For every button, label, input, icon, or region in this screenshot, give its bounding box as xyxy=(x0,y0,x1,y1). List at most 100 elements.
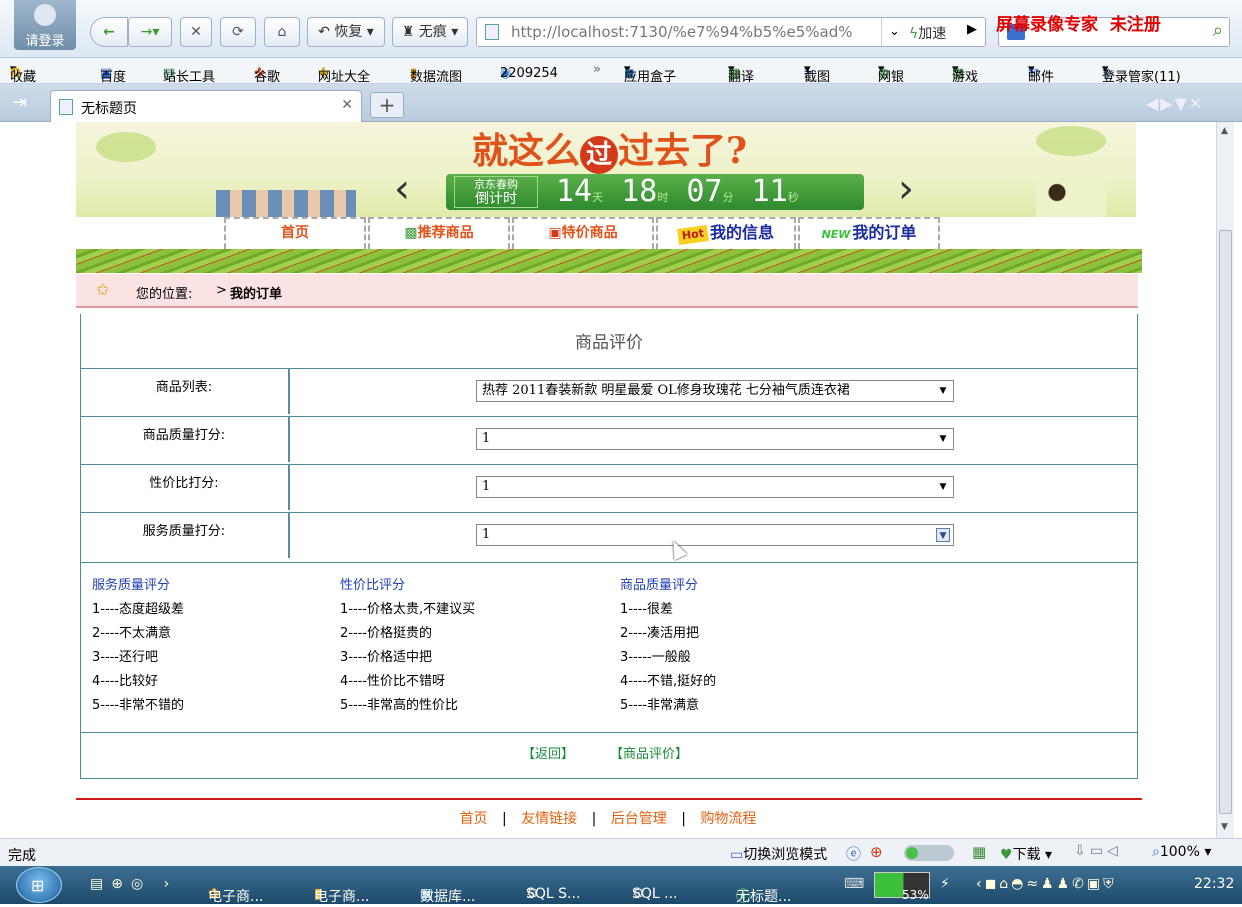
value-score-select[interactable]: 1 ▼ xyxy=(476,476,954,498)
download-button[interactable]: ♥下载 ▾ xyxy=(1000,844,1052,864)
bag-icon: ▣ xyxy=(548,225,562,241)
legend-item: 2----价格挺贵的 xyxy=(340,626,433,641)
legend-service: 服务质量评分 1----态度超级差 2----不太满意 3----还行吧 4--… xyxy=(92,574,184,718)
zoom-control[interactable]: ⌕100% ▾ xyxy=(1152,844,1211,860)
tab-active[interactable]: 无标题页 ✕ xyxy=(50,90,362,122)
countdown-label: 京东春购 倒计时 xyxy=(454,176,538,208)
legend-item: 3----价格适中把 xyxy=(340,650,433,665)
new-tab-button[interactable]: + xyxy=(370,92,404,118)
nav-home[interactable]: 首页 xyxy=(224,217,366,249)
status-tool-icons[interactable]: ⇩▭◁ xyxy=(1074,843,1122,859)
chevron-down-icon: ▼ xyxy=(939,386,947,396)
legend-item: 4----性价比不错呀 xyxy=(340,674,446,689)
gift-icon: ▩ xyxy=(404,225,418,241)
legend-item: 3-----一般般 xyxy=(620,650,691,665)
bookmark-translate[interactable]: ▦ 翻译 ▾ xyxy=(728,62,754,85)
page-icon xyxy=(485,24,499,40)
legend-item: 1----很差 xyxy=(620,602,674,617)
countdown-digits: 14天 18时 07分 11秒 xyxy=(556,174,799,209)
bookmark-ebank[interactable]: ◍ 网银 ▾ xyxy=(878,62,904,85)
legend-value: 性价比评分 1----价格太贵,不建议买 2----价格挺贵的 3----价格适… xyxy=(340,574,475,718)
row-divider xyxy=(80,562,1138,563)
footer-link-shopping-flow[interactable]: 购物流程 xyxy=(700,811,756,827)
nav-my-orders[interactable]: NEW 我的订单 xyxy=(798,217,940,249)
more-bookmarks-icon[interactable]: » xyxy=(593,62,601,77)
legend-title: 商品质量评分 xyxy=(620,578,699,593)
vertical-scrollbar[interactable]: ▲ ▼ xyxy=(1216,122,1234,838)
accelerate-button[interactable]: ϟ加速 xyxy=(909,23,946,43)
tab-close-icon[interactable]: ✕ xyxy=(341,97,353,113)
footer-sep: | xyxy=(681,811,686,827)
ie-icon[interactable]: ⓔ xyxy=(846,843,861,864)
legend-item: 5----非常高的性价比 xyxy=(340,698,459,713)
quicklaunch-icons[interactable]: ▤⊕◎ › xyxy=(90,876,177,892)
next-arrow-icon[interactable]: › xyxy=(898,166,914,212)
bookmark-screenshot[interactable]: ✂ 截图 ▾ xyxy=(804,62,830,85)
bookmark-games[interactable]: ▩ 游戏 ▾ xyxy=(952,62,978,85)
url-dropdown-icon[interactable]: ⌄ xyxy=(881,18,907,46)
submit-review-link[interactable]: 【商品评价】 xyxy=(610,743,688,762)
page-icon xyxy=(59,99,73,115)
keyboard-icon[interactable]: ⌨ xyxy=(844,876,864,892)
chevron-down-icon[interactable]: ▼ xyxy=(936,528,950,542)
product-select[interactable]: 热荐 2011春装新款 明星最爱 OL修身玫瑰花 七分袖气质连衣裙 ▼ xyxy=(476,380,954,402)
quality-score-select[interactable]: 1 ▼ xyxy=(476,428,954,450)
power-icon[interactable]: ⚡ xyxy=(940,876,950,892)
banner: 就这么过过去了? ‹ › 京东春购 倒计时 14天 18时 07分 11秒 xyxy=(76,122,1136,217)
sidebar-toggle-icon[interactable]: ⇥ xyxy=(12,92,27,113)
clock[interactable]: 22:32 xyxy=(1194,876,1234,892)
forward-button[interactable]: →▾ xyxy=(128,17,172,47)
nav-recommended[interactable]: ▩推荐商品 xyxy=(368,217,510,249)
back-link[interactable]: 【返回】 xyxy=(522,743,574,762)
bookmark-favorites[interactable]: ✪ 收藏 ▾ xyxy=(10,62,36,85)
bookmark-login-manager[interactable]: ⚷ 登录管家(11) ▾ xyxy=(1102,62,1181,85)
breadcrumb-prefix: 您的位置: xyxy=(136,287,193,302)
scroll-up-icon[interactable]: ▲ xyxy=(1221,126,1228,136)
legend-item: 5----非常不错的 xyxy=(92,698,185,713)
bookmark-mail[interactable]: ✉ 邮件 ▾ xyxy=(1028,62,1054,85)
browse-mode-toggle[interactable]: ▭切换浏览模式 xyxy=(730,844,827,864)
legend-item: 2----凑活用把 xyxy=(620,626,700,641)
go-icon[interactable]: ▶ xyxy=(967,22,977,37)
tools-icon[interactable]: ▦ xyxy=(972,843,986,861)
address-bar[interactable]: http://localhost:7130/%e7%94%b5%e5%ad% ⌄… xyxy=(476,17,986,47)
scroll-thumb[interactable] xyxy=(1219,230,1232,814)
stop-button[interactable]: ✕ xyxy=(180,17,212,47)
footer-link-friends[interactable]: 友情链接 xyxy=(521,811,577,827)
field-label-service: 服务质量打分: xyxy=(80,512,290,558)
field-label-quality: 商品质量打分: xyxy=(80,416,290,462)
star-icon: ✩ xyxy=(96,280,110,299)
footer-link-admin[interactable]: 后台管理 xyxy=(611,811,667,827)
person-image xyxy=(1036,182,1106,217)
people-image xyxy=(216,190,356,217)
tray-icons[interactable]: ‹◼⌂◓≈♟♟✆▣⛨ xyxy=(976,876,1117,892)
toggle-icon[interactable] xyxy=(904,845,954,861)
login-avatar[interactable]: 请登录 xyxy=(14,0,76,50)
nav-my-info[interactable]: Hot 我的信息 xyxy=(656,217,796,249)
back-button[interactable]: ← xyxy=(90,17,128,47)
form-title: 商品评价 xyxy=(575,333,643,353)
search-icon[interactable]: ⌕ xyxy=(1213,20,1223,41)
start-button[interactable]: ⊞ xyxy=(16,867,62,903)
incognito-button[interactable]: ♜ 无痕 ▾ xyxy=(392,17,468,47)
shield-icon[interactable]: ⊕ xyxy=(870,843,883,861)
nav-special[interactable]: ▣特价商品 xyxy=(512,217,654,249)
restore-button[interactable]: ↶ 恢复 ▾ xyxy=(307,17,385,47)
login-label: 请登录 xyxy=(25,34,65,49)
tab-title: 无标题页 xyxy=(81,101,137,117)
prev-arrow-icon[interactable]: ‹ xyxy=(394,166,410,212)
service-score-select[interactable]: 1 ▼ xyxy=(476,524,954,546)
refresh-button[interactable]: ⟳ xyxy=(220,17,256,47)
scroll-down-icon[interactable]: ▼ xyxy=(1221,822,1228,832)
footer-link-home[interactable]: 首页 xyxy=(460,811,488,827)
broom-icon: ♜ xyxy=(401,24,415,40)
tab-nav-icons[interactable]: ◀▶▼✕ xyxy=(1146,94,1204,113)
field-label-value: 性价比打分: xyxy=(80,464,290,510)
leaf-icon xyxy=(96,132,156,162)
hot-badge: Hot xyxy=(677,224,709,246)
legend-title: 服务质量评分 xyxy=(92,578,171,593)
browser-toolbar: 请登录 ← →▾ ✕ ⟳ ⌂ ↶ 恢复 ▾ ♜ 无痕 ▾ http://loca… xyxy=(0,0,1242,58)
countdown-panel: 京东春购 倒计时 14天 18时 07分 11秒 xyxy=(446,174,864,210)
home-button[interactable]: ⌂ xyxy=(264,17,300,47)
bookmark-app-box[interactable]: ◼ 应用盒子 ▾ xyxy=(624,62,676,85)
